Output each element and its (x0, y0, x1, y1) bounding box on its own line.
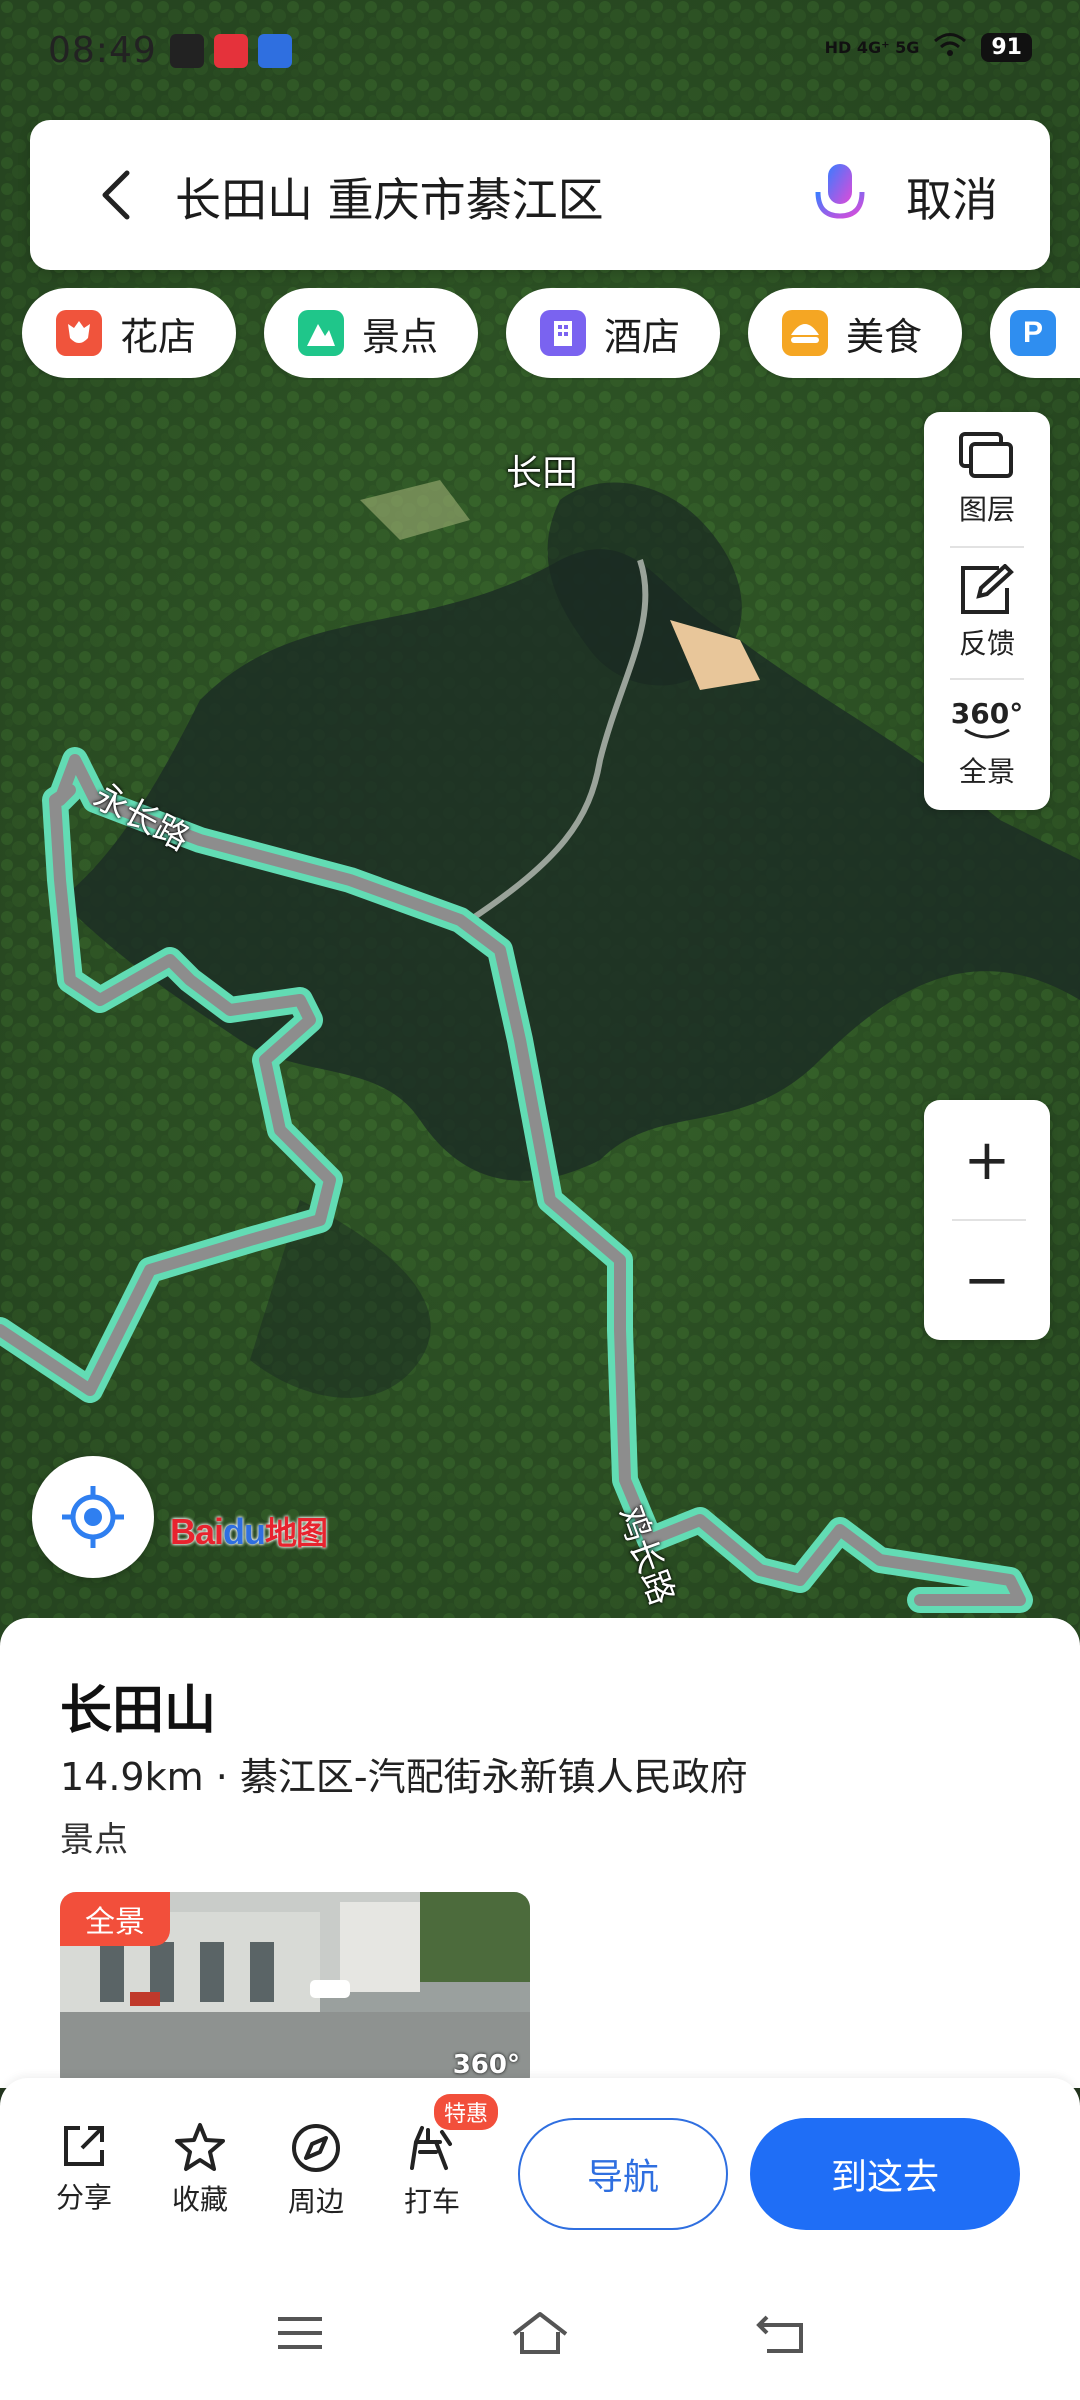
chip-parking[interactable]: P (990, 288, 1080, 378)
paw-icon: du (223, 1511, 266, 1552)
status-time: 08:49 (48, 30, 157, 71)
star-icon (175, 2123, 225, 2171)
search-input[interactable]: 长田山 重庆市綦江区 (175, 164, 604, 230)
edit-icon (961, 564, 1014, 614)
compass-icon (292, 2124, 340, 2172)
status-indicators: HD 4G⁺ 5G 91 (825, 32, 1032, 63)
taxi-promo-badge: 特惠 (434, 2094, 499, 2130)
taxi-label: 打车 (403, 2185, 460, 2218)
chip-label: 景点 (362, 314, 439, 359)
zoom-controls: + − (924, 1100, 1050, 1340)
chip-label: 美食 (846, 314, 923, 359)
layers-label: 图层 (958, 493, 1015, 526)
chip-flower-shop[interactable]: 花店 (22, 288, 236, 378)
network-indicator: HD 4G⁺ 5G (824, 38, 920, 57)
favorite-label: 收藏 (171, 2183, 228, 2216)
chip-label: 酒店 (604, 314, 681, 359)
hotel-icon (540, 310, 586, 356)
food-icon (782, 310, 828, 356)
locate-me-button[interactable] (32, 1456, 154, 1578)
menu-icon (278, 2317, 322, 2349)
feedback-label: 反馈 (958, 627, 1015, 660)
back-button[interactable] (86, 162, 146, 228)
zoom-out-button[interactable]: − (924, 1220, 1050, 1340)
map-tools-panel: 图层 反馈 360° 全景 (924, 412, 1050, 810)
action-bar: 分享 收藏 周边 打车 特惠 导航 到这去 (0, 2078, 1080, 2258)
baidu-map-logo: Baidu地图 (170, 1511, 328, 1552)
chip-label: 花店 (120, 314, 197, 359)
go-here-button[interactable]: 到这去 (750, 2118, 1020, 2230)
home-icon (512, 2312, 568, 2354)
chip-food[interactable]: 美食 (748, 288, 962, 378)
taxi-button[interactable]: 打车 (382, 2122, 482, 2220)
return-icon (756, 2315, 803, 2353)
place-detail-sheet[interactable]: 长田山 14.9km · 綦江区-汽配街永新镇人民政府 景点 全景 360° (0, 1618, 1080, 2092)
notification-news-icon (214, 34, 248, 68)
parking-icon: P (1010, 310, 1056, 356)
back-nav-button[interactable] (740, 2298, 820, 2368)
panorama-360-icon: 360° (950, 697, 1024, 730)
panorama-tag: 全景 (60, 1892, 170, 1946)
chip-hotel[interactable]: 酒店 (506, 288, 720, 378)
home-button[interactable] (500, 2298, 580, 2368)
search-bar: 长田山 重庆市綦江区 取消 (30, 120, 1050, 270)
cancel-button[interactable]: 取消 (906, 164, 998, 230)
share-button[interactable]: 分享 (34, 2122, 134, 2216)
panorama-label: 全景 (958, 755, 1015, 788)
nearby-label: 周边 (287, 2185, 344, 2218)
system-navigation-bar (0, 2258, 1080, 2400)
notification-app-icon (170, 34, 204, 68)
nearby-button[interactable]: 周边 (266, 2122, 366, 2220)
layers-icon (959, 432, 1013, 478)
scenic-spot-icon (298, 310, 344, 356)
zoom-in-button[interactable]: + (924, 1100, 1050, 1220)
locate-icon (62, 1486, 124, 1548)
navigate-button[interactable]: 导航 (518, 2118, 728, 2230)
share-icon (64, 2126, 104, 2166)
microphone-icon (815, 164, 865, 228)
notification-baidu-icon (258, 34, 292, 68)
feedback-button[interactable]: 反馈 (924, 548, 1050, 678)
share-label: 分享 (55, 2181, 112, 2214)
status-bar: 08:49 HD 4G⁺ 5G 91 (0, 0, 1080, 100)
place-category: 景点 (60, 1820, 128, 1860)
place-name: 长田山 (60, 1681, 217, 1741)
voice-search-button[interactable] (800, 156, 880, 236)
favorite-button[interactable]: 收藏 (150, 2122, 250, 2218)
panorama-360-icon: 360° (452, 2050, 520, 2080)
layers-button[interactable]: 图层 (924, 414, 1050, 544)
rotate-arc-icon (964, 728, 1010, 739)
wifi-icon (933, 32, 967, 63)
map-place-label: 长田 (506, 453, 579, 494)
chevron-left-icon (102, 170, 130, 220)
category-chips: 花店 景点 酒店 美食 P (22, 288, 1080, 380)
place-distance-address: 14.9km · 綦江区-汽配街永新镇人民政府 (60, 1755, 748, 1799)
chip-scenic-spot[interactable]: 景点 (264, 288, 478, 378)
flower-shop-icon (56, 310, 102, 356)
recent-apps-button[interactable] (260, 2298, 340, 2368)
panorama-thumbnail[interactable]: 全景 360° (60, 1892, 530, 2092)
panorama-button[interactable]: 360° 全景 (924, 680, 1050, 810)
battery-indicator: 91 (981, 33, 1032, 62)
